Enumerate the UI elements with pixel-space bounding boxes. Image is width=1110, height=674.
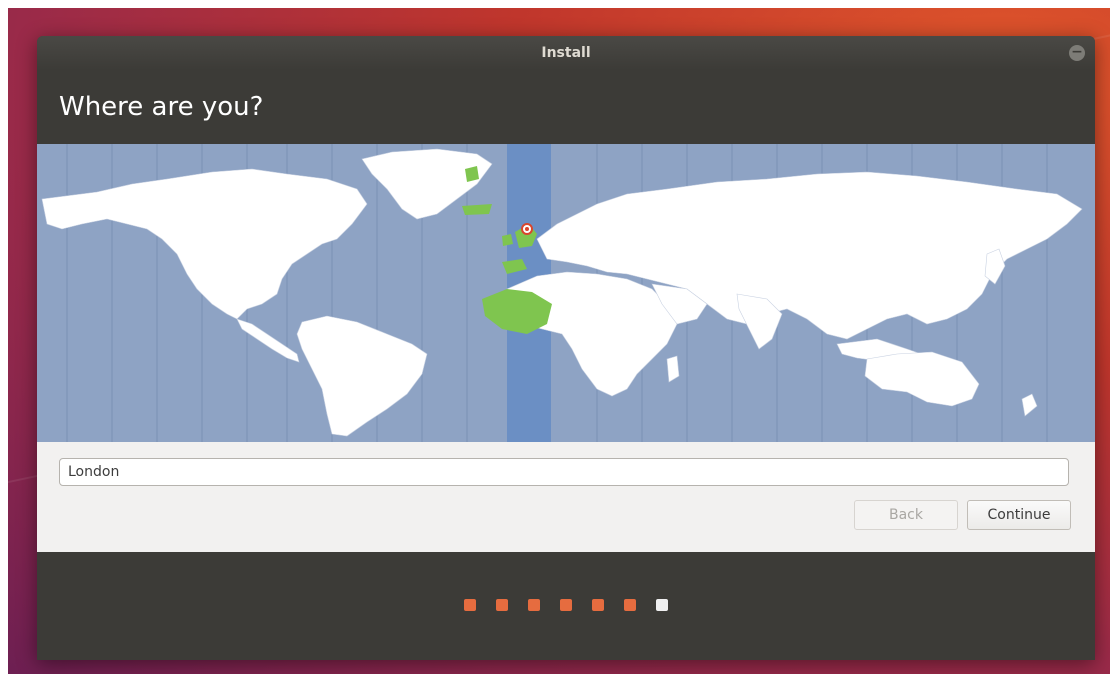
progress-dot [592,599,604,611]
progress-dot [464,599,476,611]
location-input[interactable] [59,458,1069,486]
progress-dot [560,599,572,611]
progress-dot [624,599,636,611]
progress-dot-current [656,599,668,611]
ireland [502,234,513,246]
progress-dot [528,599,540,611]
world-map[interactable] [37,144,1095,442]
continue-button[interactable]: Continue [967,500,1071,530]
back-button[interactable]: Back [854,500,958,530]
installer-window: Install − Where are you? London Back Con… [37,36,1095,660]
location-pin-icon [521,223,533,235]
window-title: Install [541,45,591,61]
page-heading: Where are you? [59,92,264,122]
progress-dot [496,599,508,611]
progress-indicator [37,599,1095,611]
close-icon[interactable]: − [1069,45,1085,61]
timezone-map[interactable] [37,144,1095,442]
title-bar: Install − [37,36,1095,70]
location-panel: Back Continue [37,442,1095,552]
